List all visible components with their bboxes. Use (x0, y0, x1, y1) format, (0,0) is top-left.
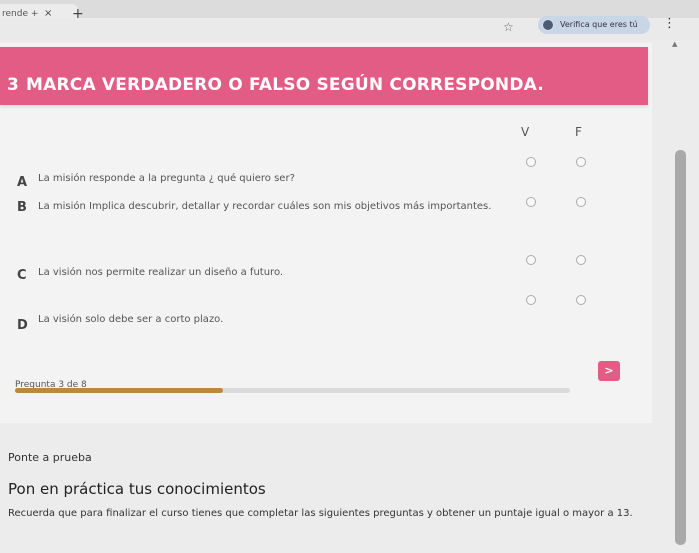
radio-true-c[interactable] (526, 255, 536, 265)
radio-false-b[interactable] (576, 197, 586, 207)
avatar-icon (542, 19, 554, 31)
bookmark-star-icon[interactable]: ☆ (503, 20, 514, 34)
profile-label: Verifica que eres tú (560, 20, 638, 29)
profile-button[interactable]: Verifica que eres tú (538, 16, 650, 34)
page-content: 3 MARCA VERDADERO O FALSO SEGÚN CORRESPO… (0, 40, 699, 553)
next-question-button[interactable]: > (598, 361, 620, 381)
radio-true-d[interactable] (526, 295, 536, 305)
radio-true-a[interactable] (526, 157, 536, 167)
radio-true-b[interactable] (526, 197, 536, 207)
radio-false-a[interactable] (576, 157, 586, 167)
row-letter: A (17, 175, 28, 190)
progress-fill (15, 388, 224, 393)
row-text: La visión nos permite realizar un diseño… (38, 267, 284, 278)
question-card: 3 MARCA VERDADERO O FALSO SEGÚN CORRESPO… (0, 43, 652, 423)
section-label: Ponte a prueba (8, 451, 92, 464)
radio-false-c[interactable] (576, 255, 586, 265)
row-letter: C (17, 268, 27, 283)
row-text: La visión solo debe ser a corto plazo. (38, 314, 224, 325)
menu-icon[interactable]: ⋮ (663, 16, 676, 31)
column-header-false: F (575, 125, 582, 139)
row-letter: B (17, 200, 27, 215)
progress-bar (15, 388, 570, 393)
scrollbar[interactable] (675, 150, 686, 545)
question-number: 3 (7, 75, 19, 95)
row-text: La misión Implica descubrir, detallar y … (38, 201, 492, 212)
question-title: MARCA VERDADERO O FALSO SEGÚN CORRESPOND… (26, 75, 544, 95)
row-text: La misión responde a la pregunta ¿ qué q… (38, 173, 295, 184)
question-header: 3 MARCA VERDADERO O FALSO SEGÚN CORRESPO… (0, 47, 648, 105)
radio-false-d[interactable] (576, 295, 586, 305)
scroll-up-icon[interactable]: ▲ (672, 40, 677, 48)
section-title: Pon en práctica tus conocimientos (8, 480, 266, 498)
column-header-true: V (521, 125, 530, 139)
section-text: Recuerda que para finalizar el curso tie… (8, 508, 633, 519)
row-letter: D (17, 318, 28, 333)
